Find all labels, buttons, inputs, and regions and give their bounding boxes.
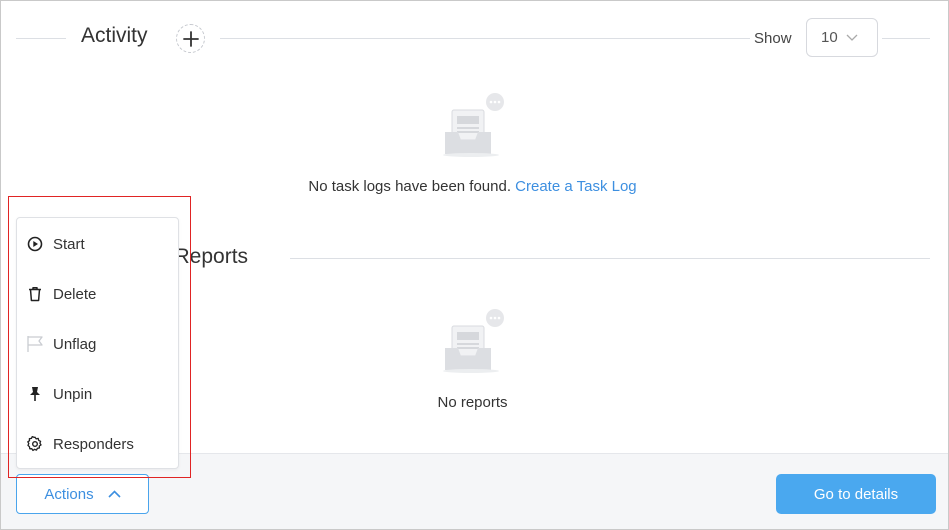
- menu-item-label: Start: [53, 235, 85, 253]
- menu-item-unpin[interactable]: Unpin: [17, 373, 178, 415]
- chevron-up-icon: [108, 490, 121, 498]
- actions-button[interactable]: Actions: [16, 474, 149, 514]
- menu-item-label: Delete: [53, 285, 97, 303]
- gear-icon: [26, 435, 44, 453]
- divider: [16, 38, 66, 39]
- play-circle-icon: [26, 235, 44, 253]
- add-activity-button[interactable]: [176, 24, 205, 53]
- show-label: Show: [754, 30, 792, 47]
- activity-title: Activity: [81, 24, 148, 47]
- menu-item-delete[interactable]: Delete: [17, 273, 178, 315]
- actions-button-label: Actions: [44, 485, 94, 503]
- create-task-log-link[interactable]: Create a Task Log: [515, 178, 636, 195]
- actions-menu: Start Delete Unflag Unpin Responders: [16, 217, 179, 469]
- empty-inbox-icon: [442, 309, 504, 373]
- task-logs-empty-text: No task logs have been found.: [308, 178, 511, 195]
- plus-icon: [182, 30, 199, 47]
- flag-icon: [26, 335, 44, 353]
- empty-inbox-icon: [442, 93, 504, 157]
- menu-item-label: Unpin: [53, 385, 93, 403]
- menu-item-label: Responders: [53, 435, 134, 453]
- chevron-down-icon: [846, 34, 858, 41]
- task-logs-empty-message: No task logs have been found. Create a T…: [0, 178, 945, 195]
- trash-icon: [26, 285, 44, 303]
- go-to-details-button[interactable]: Go to details: [776, 474, 936, 514]
- divider: [882, 38, 930, 39]
- task-logs-empty-state: No task logs have been found. Create a T…: [0, 92, 945, 195]
- divider: [290, 258, 930, 259]
- pin-icon: [26, 385, 44, 403]
- menu-item-unflag[interactable]: Unflag: [17, 323, 178, 365]
- menu-item-label: Unflag: [53, 335, 97, 353]
- menu-item-responders[interactable]: Responders: [17, 423, 178, 465]
- activity-header: Activity Show 10: [16, 18, 930, 58]
- menu-item-start[interactable]: Start: [17, 223, 178, 265]
- divider: [220, 38, 750, 39]
- page-size-select[interactable]: 10: [806, 18, 878, 57]
- page-size-value: 10: [821, 29, 838, 46]
